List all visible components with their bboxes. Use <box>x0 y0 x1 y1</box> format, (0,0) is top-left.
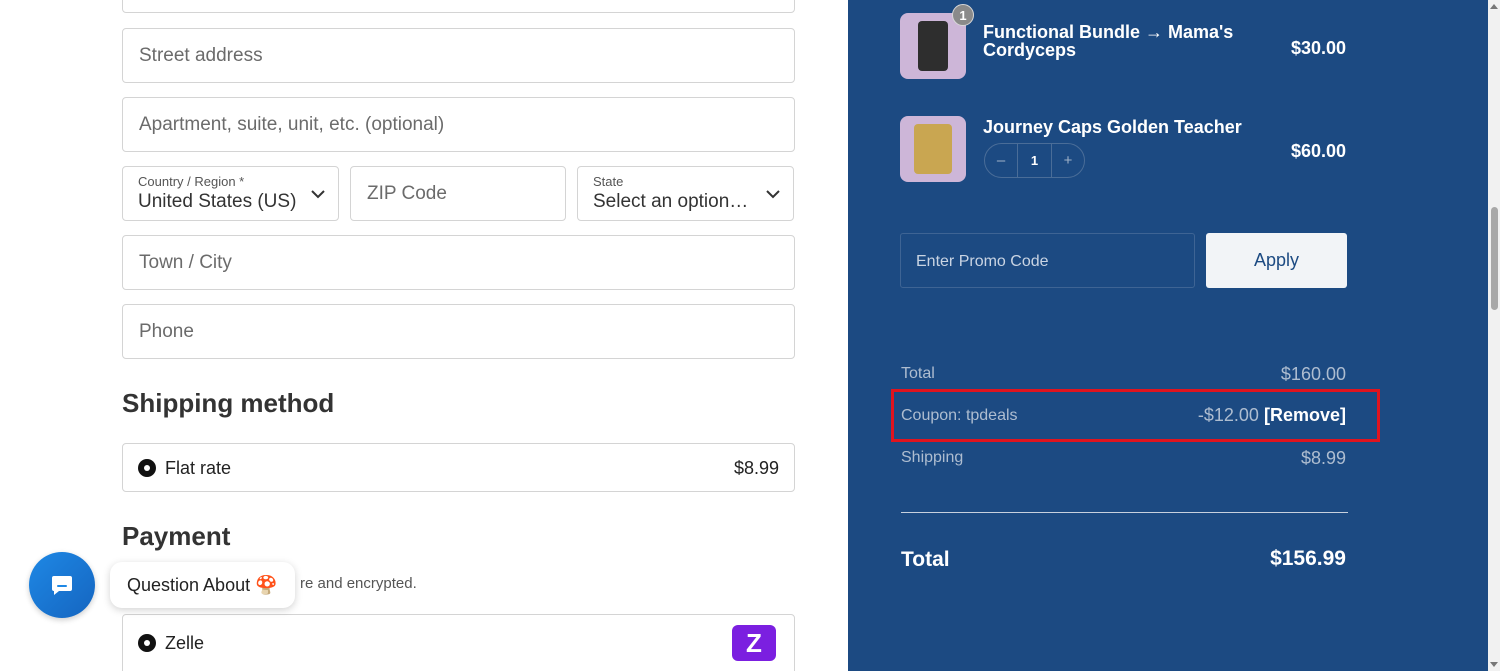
radio-selected-icon[interactable] <box>138 459 156 477</box>
promo-code-input[interactable]: Enter Promo Code <box>900 233 1195 288</box>
chevron-down-icon <box>311 190 325 199</box>
product-name: Functional Bundle → Mama's Cordyceps <box>983 23 1233 59</box>
order-summary: 1 Functional Bundle → Mama's Cordyceps $… <box>848 0 1488 671</box>
shipping-option-label: Flat rate <box>165 458 232 478</box>
coupon-label: Coupon: tpdeals <box>901 407 1018 424</box>
product-name: Journey Caps Golden Teacher <box>983 117 1242 137</box>
payment-secure-text: re and encrypted. <box>300 575 417 592</box>
shipping-option-price: $8.99 <box>733 458 779 478</box>
town-city-input[interactable]: Town / City <box>122 235 795 290</box>
country-value: United States (US) <box>138 191 297 212</box>
checkout-form: Street address Apartment, suite, unit, e… <box>0 0 848 671</box>
payment-heading: Payment <box>122 521 231 551</box>
apartment-input[interactable]: Apartment, suite, unit, etc. (optional) <box>122 97 795 152</box>
quantity-badge: 1 <box>952 4 974 26</box>
country-label: Country / Region * <box>138 174 245 189</box>
product-name-line: Functional Bundle → Mama's <box>983 22 1234 42</box>
product-price: $60.00 <box>1290 141 1346 161</box>
phone-placeholder: Phone <box>139 320 194 342</box>
street-address-placeholder: Street address <box>139 44 263 66</box>
zip-input[interactable]: ZIP Code <box>350 166 566 221</box>
payment-option-label: Zelle <box>165 633 205 653</box>
payment-option-zelle[interactable]: Zelle Z <box>122 614 795 671</box>
subtotal-value: $160.00 <box>1280 364 1346 384</box>
summary-divider <box>901 512 1348 513</box>
state-select[interactable]: State Select an option… <box>577 166 794 221</box>
product-thumbnail <box>900 116 966 182</box>
product-name-line: Cordyceps <box>983 40 1077 60</box>
phone-input[interactable]: Phone <box>122 304 795 359</box>
apply-promo-button[interactable]: Apply <box>1206 233 1347 288</box>
promo-code-placeholder: Enter Promo Code <box>916 253 1049 270</box>
grand-total-label: Total <box>901 548 950 571</box>
grand-total-value: $156.99 <box>1270 547 1346 570</box>
zip-placeholder: ZIP Code <box>367 182 447 204</box>
decrease-quantity-button[interactable]: – <box>985 144 1018 177</box>
chat-launcher-button[interactable] <box>29 552 95 618</box>
remove-coupon-link[interactable]: [Remove] <box>1264 405 1346 425</box>
radio-selected-icon[interactable] <box>138 634 156 652</box>
previous-field[interactable] <box>122 0 795 13</box>
shipping-label: Shipping <box>901 449 964 466</box>
quantity-value[interactable]: 1 <box>1018 144 1051 177</box>
coupon-row-value: -$12.00 [Remove] <box>1198 405 1346 426</box>
shipping-option-flat-rate[interactable]: Flat rate $8.99 <box>122 443 795 492</box>
country-select[interactable]: Country / Region * United States (US) <box>122 166 339 221</box>
page-scrollbar[interactable] <box>1488 0 1500 671</box>
chevron-down-icon <box>766 190 780 199</box>
zelle-logo-icon: Z <box>732 625 776 661</box>
street-address-input[interactable]: Street address <box>122 28 795 83</box>
apartment-placeholder: Apartment, suite, unit, etc. (optional) <box>139 113 445 135</box>
coupon-discount: -$12.00 <box>1197 405 1259 425</box>
town-city-placeholder: Town / City <box>139 251 232 273</box>
quantity-stepper[interactable]: – 1 + <box>984 143 1085 178</box>
product-price: $30.00 <box>1290 38 1346 58</box>
chat-icon <box>52 576 72 595</box>
state-value: Select an option… <box>593 191 749 212</box>
shipping-value: $8.99 <box>1300 448 1346 468</box>
scroll-up-icon[interactable] <box>1490 4 1498 9</box>
subtotal-label: Total <box>901 365 935 382</box>
scroll-down-icon[interactable] <box>1490 662 1498 667</box>
scrollbar-thumb[interactable] <box>1491 207 1498 310</box>
state-label: State <box>593 174 624 189</box>
increase-quantity-button[interactable]: + <box>1051 144 1084 177</box>
chat-prompt-bubble[interactable]: Question About 🍄 <box>110 562 295 608</box>
shipping-method-heading: Shipping method <box>122 388 335 418</box>
